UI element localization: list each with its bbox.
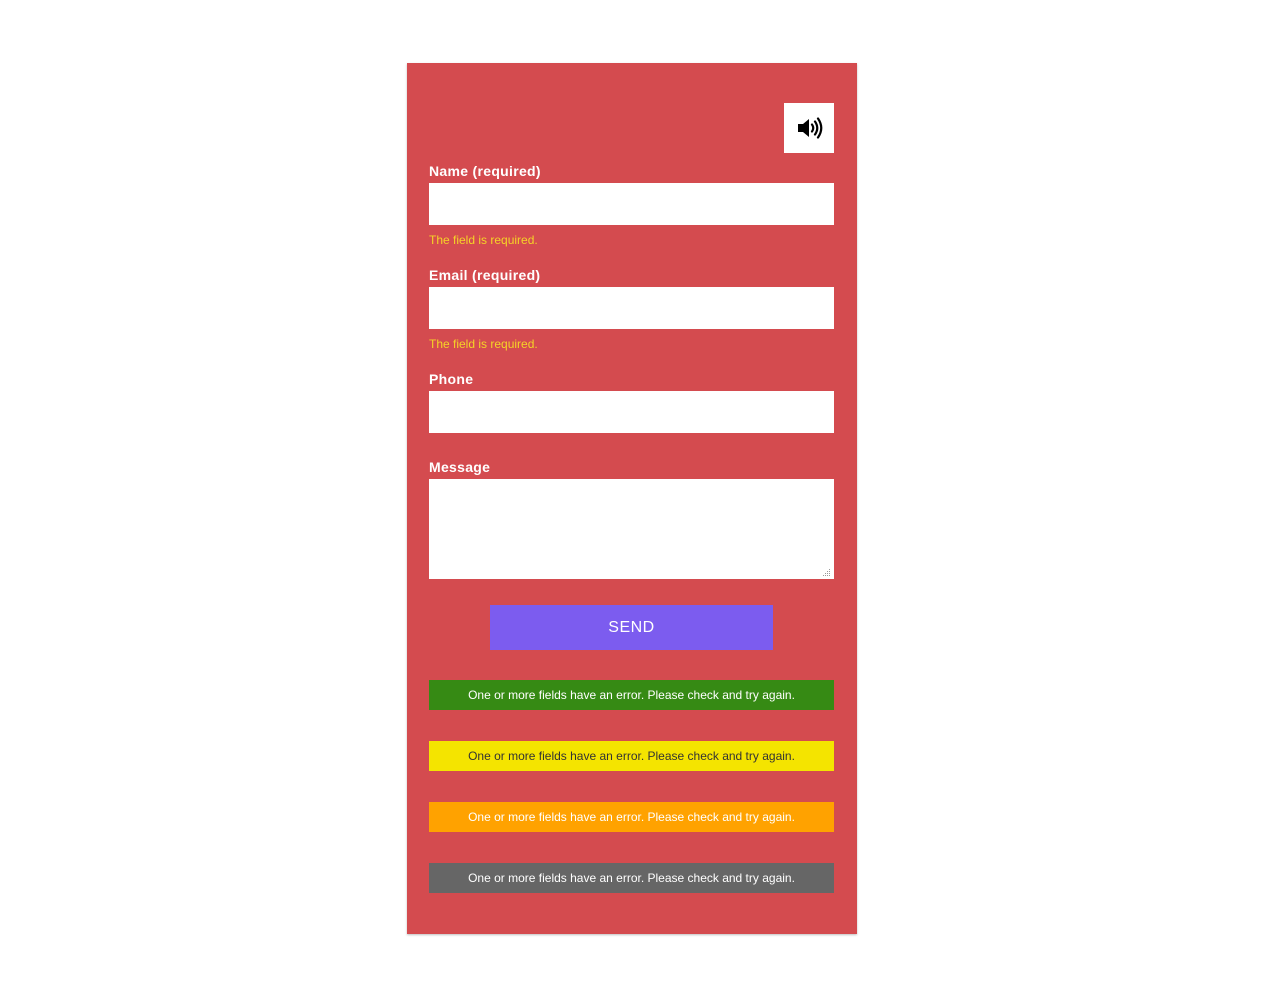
message-textarea[interactable] (429, 479, 834, 579)
name-label: Name (required) (429, 163, 541, 179)
phone-label: Phone (429, 371, 474, 387)
validation-alert-orange: One or more fields have an error. Please… (429, 802, 834, 832)
speaker-volume-icon (798, 117, 823, 139)
email-error-message: The field is required. (429, 337, 538, 351)
contact-form-panel: Name (required) The field is required. E… (407, 63, 857, 934)
resize-grip-icon[interactable] (821, 567, 831, 577)
name-input[interactable] (429, 183, 834, 225)
email-label: Email (required) (429, 267, 541, 283)
validation-alert-green: One or more fields have an error. Please… (429, 680, 834, 710)
validation-alert-gray: One or more fields have an error. Please… (429, 863, 834, 893)
phone-input[interactable] (429, 391, 834, 433)
message-label: Message (429, 459, 491, 475)
email-input[interactable] (429, 287, 834, 329)
name-error-message: The field is required. (429, 233, 538, 247)
audio-toggle-button[interactable] (784, 103, 834, 153)
validation-alert-yellow: One or more fields have an error. Please… (429, 741, 834, 771)
send-button[interactable]: SEND (490, 605, 773, 650)
